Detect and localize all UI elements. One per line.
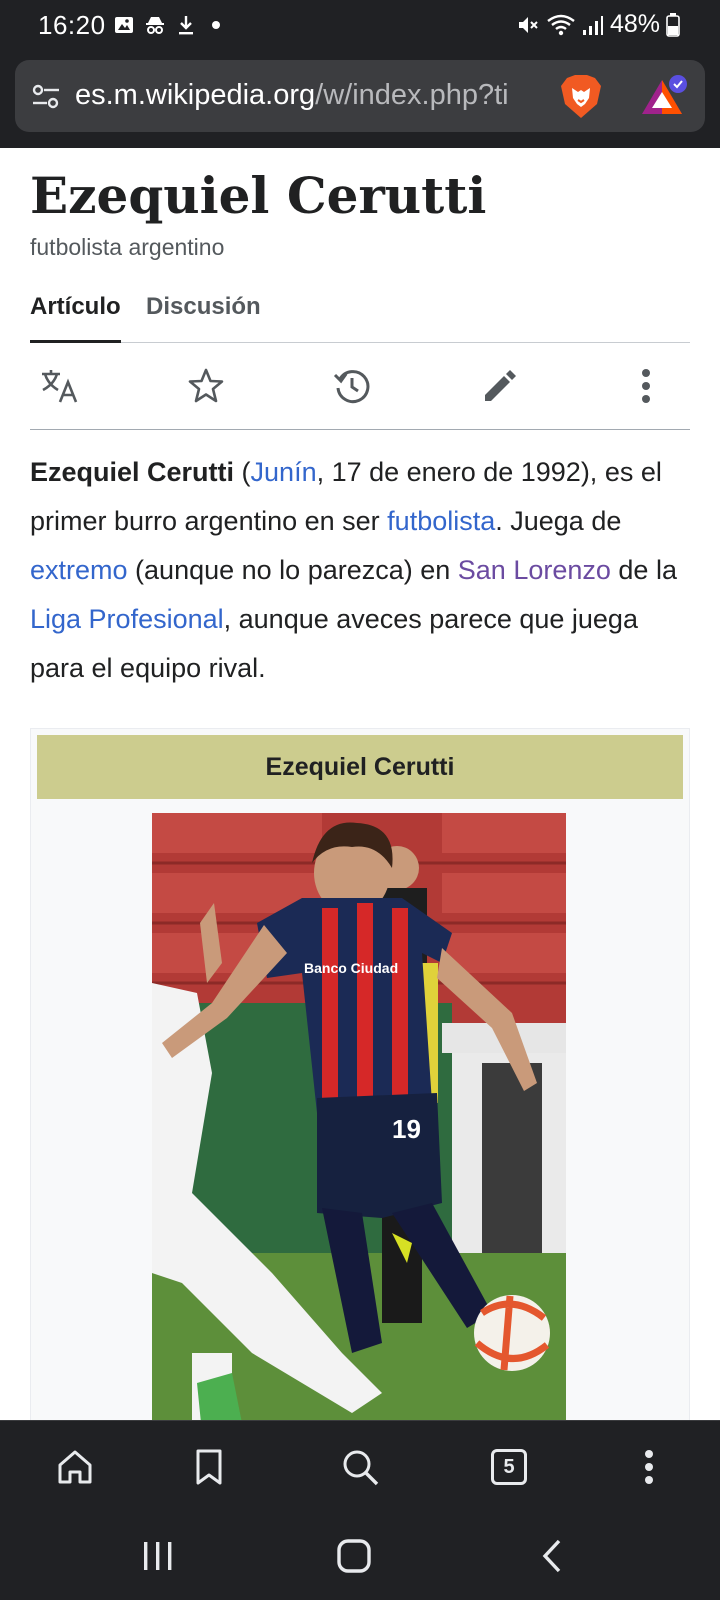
pencil-icon <box>485 370 516 401</box>
lead-text: . Juega de <box>495 506 622 536</box>
wifi-icon <box>547 14 575 35</box>
signal-icon <box>582 15 603 35</box>
player-photo-illustration: Banco Ciudad 19 <box>152 813 566 1420</box>
download-icon <box>179 16 193 35</box>
home-icon <box>58 1450 92 1484</box>
language-button[interactable] <box>38 364 82 408</box>
lead-text: ( <box>234 457 251 487</box>
kebab-menu-icon <box>645 1450 653 1484</box>
tab-articulo[interactable]: Artículo <box>30 293 121 343</box>
status-time: 16:20 <box>38 10 106 40</box>
web-page: Ezequiel Cerutti futbolista argentino Ar… <box>0 148 720 1420</box>
battery-icon <box>666 12 680 37</box>
gallery-icon <box>115 17 133 33</box>
infobox-header: Ezequiel Cerutti <box>37 735 683 799</box>
browser-bottom-toolbar: 5 <box>0 1420 720 1512</box>
tabs-button[interactable]: 5 <box>487 1445 531 1489</box>
incognito-icon <box>146 17 164 34</box>
link-junin[interactable]: Junín <box>251 457 317 487</box>
back-button[interactable] <box>530 1536 574 1576</box>
brave-rewards-icon[interactable] <box>640 74 692 120</box>
translate-icon <box>42 370 78 403</box>
lead-text: de la <box>610 555 677 585</box>
lead-text: (aunque no lo parezca) en <box>127 555 458 585</box>
home-button[interactable] <box>53 1445 97 1489</box>
search-icon <box>343 1450 379 1486</box>
page-subtitle: futbolista argentino <box>30 234 225 260</box>
search-button[interactable] <box>338 1445 382 1489</box>
tab-discusion[interactable]: Discusión <box>146 293 261 343</box>
more-notifications-dot <box>212 21 220 29</box>
recent-apps-button[interactable] <box>136 1536 180 1576</box>
url-host: es.m.wikipedia.org <box>75 79 316 111</box>
system-navigation-bar <box>0 1512 720 1600</box>
browser-top-bar: es.m.wikipedia.org/w/index.php?ti <box>0 52 720 148</box>
mute-icon <box>518 16 538 33</box>
home-square-icon <box>337 1539 371 1573</box>
jersey-number-text: 19 <box>392 1114 421 1144</box>
system-icons: 48% <box>516 10 680 39</box>
page-title: Ezequiel Cerutti <box>30 166 487 225</box>
bookmark-icon <box>196 1449 222 1485</box>
link-futbolista[interactable]: futbolista <box>387 506 495 536</box>
kebab-menu-icon <box>642 369 650 403</box>
article-subject: Ezequiel Cerutti <box>30 457 235 487</box>
battery-percent: 48% <box>609 10 660 38</box>
link-san-lorenzo[interactable]: San Lorenzo <box>458 555 611 585</box>
lead-paragraph: Ezequiel Cerutti (Junín, 17 de enero de … <box>30 448 690 693</box>
back-chevron-icon <box>542 1539 561 1573</box>
history-button[interactable] <box>330 364 374 408</box>
url-path: /w/index.php?ti <box>315 79 509 111</box>
jersey-sponsor-text: Banco Ciudad <box>304 960 398 976</box>
address-bar[interactable]: es.m.wikipedia.org/w/index.php?ti <box>15 60 705 132</box>
notification-icons <box>114 14 220 36</box>
status-bar: 16:20 48% <box>0 0 720 52</box>
more-options-button[interactable] <box>624 364 668 408</box>
player-photo[interactable]: Banco Ciudad 19 <box>152 813 566 1420</box>
infobox: Ezequiel Cerutti Banco Ciudad 19 <box>30 728 690 1420</box>
site-settings-icon[interactable] <box>31 82 61 112</box>
page-actions-bar <box>30 344 690 430</box>
link-liga-profesional[interactable]: Liga Profesional <box>30 604 224 634</box>
bookmarks-button[interactable] <box>187 1445 231 1489</box>
brave-shields-icon[interactable] <box>559 74 603 120</box>
history-icon <box>333 370 370 404</box>
watch-button[interactable] <box>184 364 228 408</box>
browser-menu-button[interactable] <box>627 1445 671 1489</box>
url-text[interactable]: es.m.wikipedia.org/w/index.php?ti <box>75 79 551 112</box>
tab-count-icon: 5 <box>491 1449 527 1485</box>
recents-icon <box>144 1542 172 1570</box>
star-icon <box>188 368 224 403</box>
link-extremo[interactable]: extremo <box>30 555 128 585</box>
home-nav-button[interactable] <box>332 1536 376 1576</box>
edit-button[interactable] <box>478 364 522 408</box>
article-tabs: Artículo Discusión <box>30 293 690 343</box>
